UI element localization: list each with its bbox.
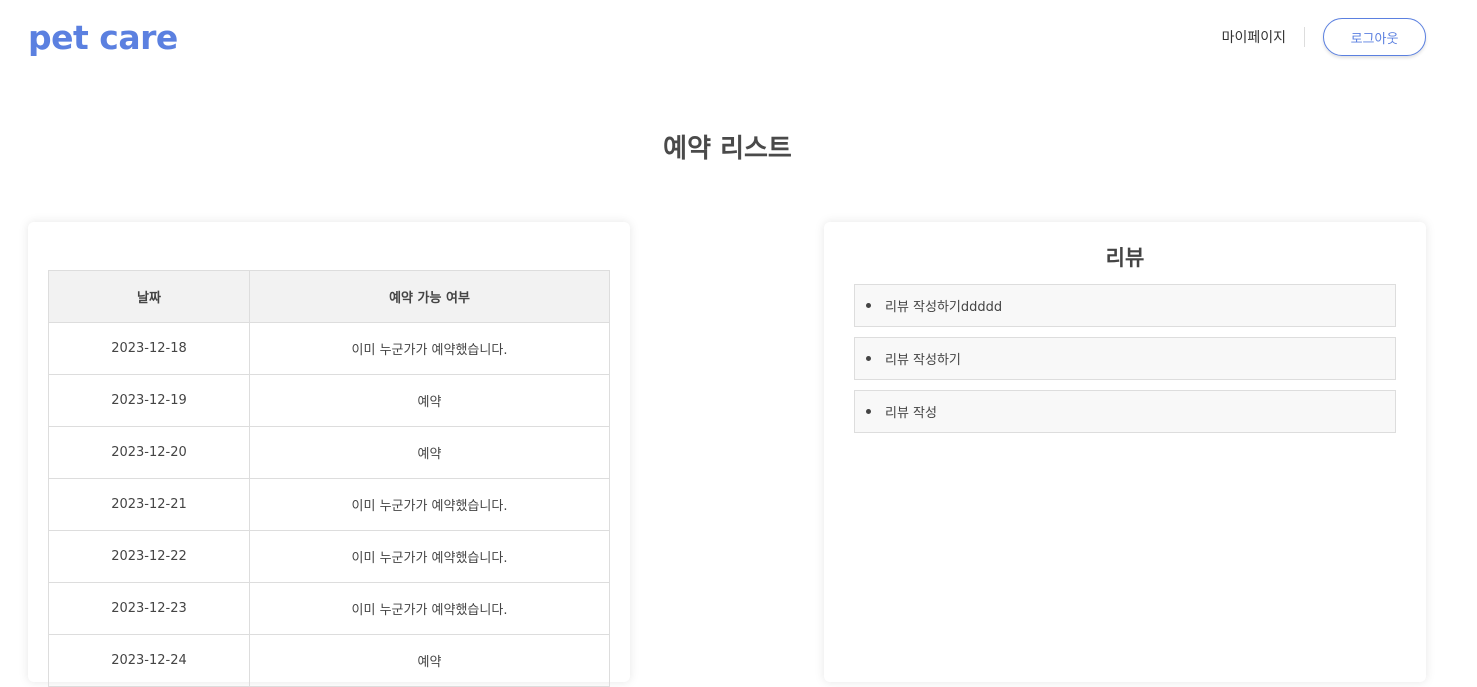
table-row: 2023-12-22 이미 누군가가 예약했습니다. bbox=[48, 530, 610, 583]
reservation-card: 날짜 예약 가능 여부 2023-12-18 이미 누군가가 예약했습니다. 2… bbox=[28, 222, 630, 687]
table-row: 2023-12-18 이미 누군가가 예약했습니다. bbox=[48, 322, 610, 375]
table-row: 2023-12-20 예약 bbox=[48, 426, 610, 479]
table-row: 2023-12-19 예약 bbox=[48, 374, 610, 427]
top-nav: 마이페이지 로그아웃 bbox=[1222, 17, 1426, 57]
logout-button[interactable]: 로그아웃 bbox=[1323, 18, 1426, 56]
reserve-link[interactable]: 예약 bbox=[249, 634, 610, 687]
review-item[interactable]: 리뷰 작성하기 bbox=[854, 337, 1396, 380]
bullet-icon bbox=[866, 409, 871, 414]
table-header-row: 날짜 예약 가능 여부 bbox=[48, 270, 610, 323]
reservation-table: 날짜 예약 가능 여부 2023-12-18 이미 누군가가 예약했습니다. 2… bbox=[48, 270, 610, 687]
bullet-icon bbox=[866, 303, 871, 308]
page-title: 예약 리스트 bbox=[663, 134, 792, 164]
review-list: 리뷰 작성하기ddddd 리뷰 작성하기 리뷰 작성 bbox=[854, 284, 1396, 443]
column-header-status: 예약 가능 여부 bbox=[249, 270, 610, 323]
date-cell: 2023-12-19 bbox=[48, 374, 250, 427]
review-item[interactable]: 리뷰 작성하기ddddd bbox=[854, 284, 1396, 327]
review-text: 리뷰 작성하기ddddd bbox=[885, 300, 1003, 315]
review-text: 리뷰 작성하기 bbox=[885, 353, 961, 368]
logo[interactable]: pet care bbox=[28, 16, 178, 60]
status-cell: 이미 누군가가 예약했습니다. bbox=[249, 530, 610, 583]
reserve-link[interactable]: 예약 bbox=[249, 374, 610, 427]
review-title: 리뷰 bbox=[1105, 246, 1145, 270]
top-header: pet care 마이페이지 로그아웃 bbox=[0, 0, 1477, 80]
date-cell: 2023-12-20 bbox=[48, 426, 250, 479]
column-header-date: 날짜 bbox=[48, 270, 250, 323]
review-card: 리뷰 리뷰 작성하기ddddd 리뷰 작성하기 리뷰 작성 bbox=[824, 222, 1426, 682]
mypage-link[interactable]: 마이페이지 bbox=[1222, 27, 1304, 47]
status-cell: 이미 누군가가 예약했습니다. bbox=[249, 478, 610, 531]
table-row: 2023-12-21 이미 누군가가 예약했습니다. bbox=[48, 478, 610, 531]
reserve-link[interactable]: 예약 bbox=[249, 426, 610, 479]
table-row: 2023-12-24 예약 bbox=[48, 634, 610, 687]
date-cell: 2023-12-22 bbox=[48, 530, 250, 583]
date-cell: 2023-12-21 bbox=[48, 478, 250, 531]
date-cell: 2023-12-24 bbox=[48, 634, 250, 687]
date-cell: 2023-12-23 bbox=[48, 582, 250, 635]
status-cell: 이미 누군가가 예약했습니다. bbox=[249, 322, 610, 375]
review-item[interactable]: 리뷰 작성 bbox=[854, 390, 1396, 433]
bullet-icon bbox=[866, 356, 871, 361]
review-text: 리뷰 작성 bbox=[885, 406, 937, 421]
status-cell: 이미 누군가가 예약했습니다. bbox=[249, 582, 610, 635]
date-cell: 2023-12-18 bbox=[48, 322, 250, 375]
nav-divider bbox=[1304, 27, 1305, 47]
table-row: 2023-12-23 이미 누군가가 예약했습니다. bbox=[48, 582, 610, 635]
